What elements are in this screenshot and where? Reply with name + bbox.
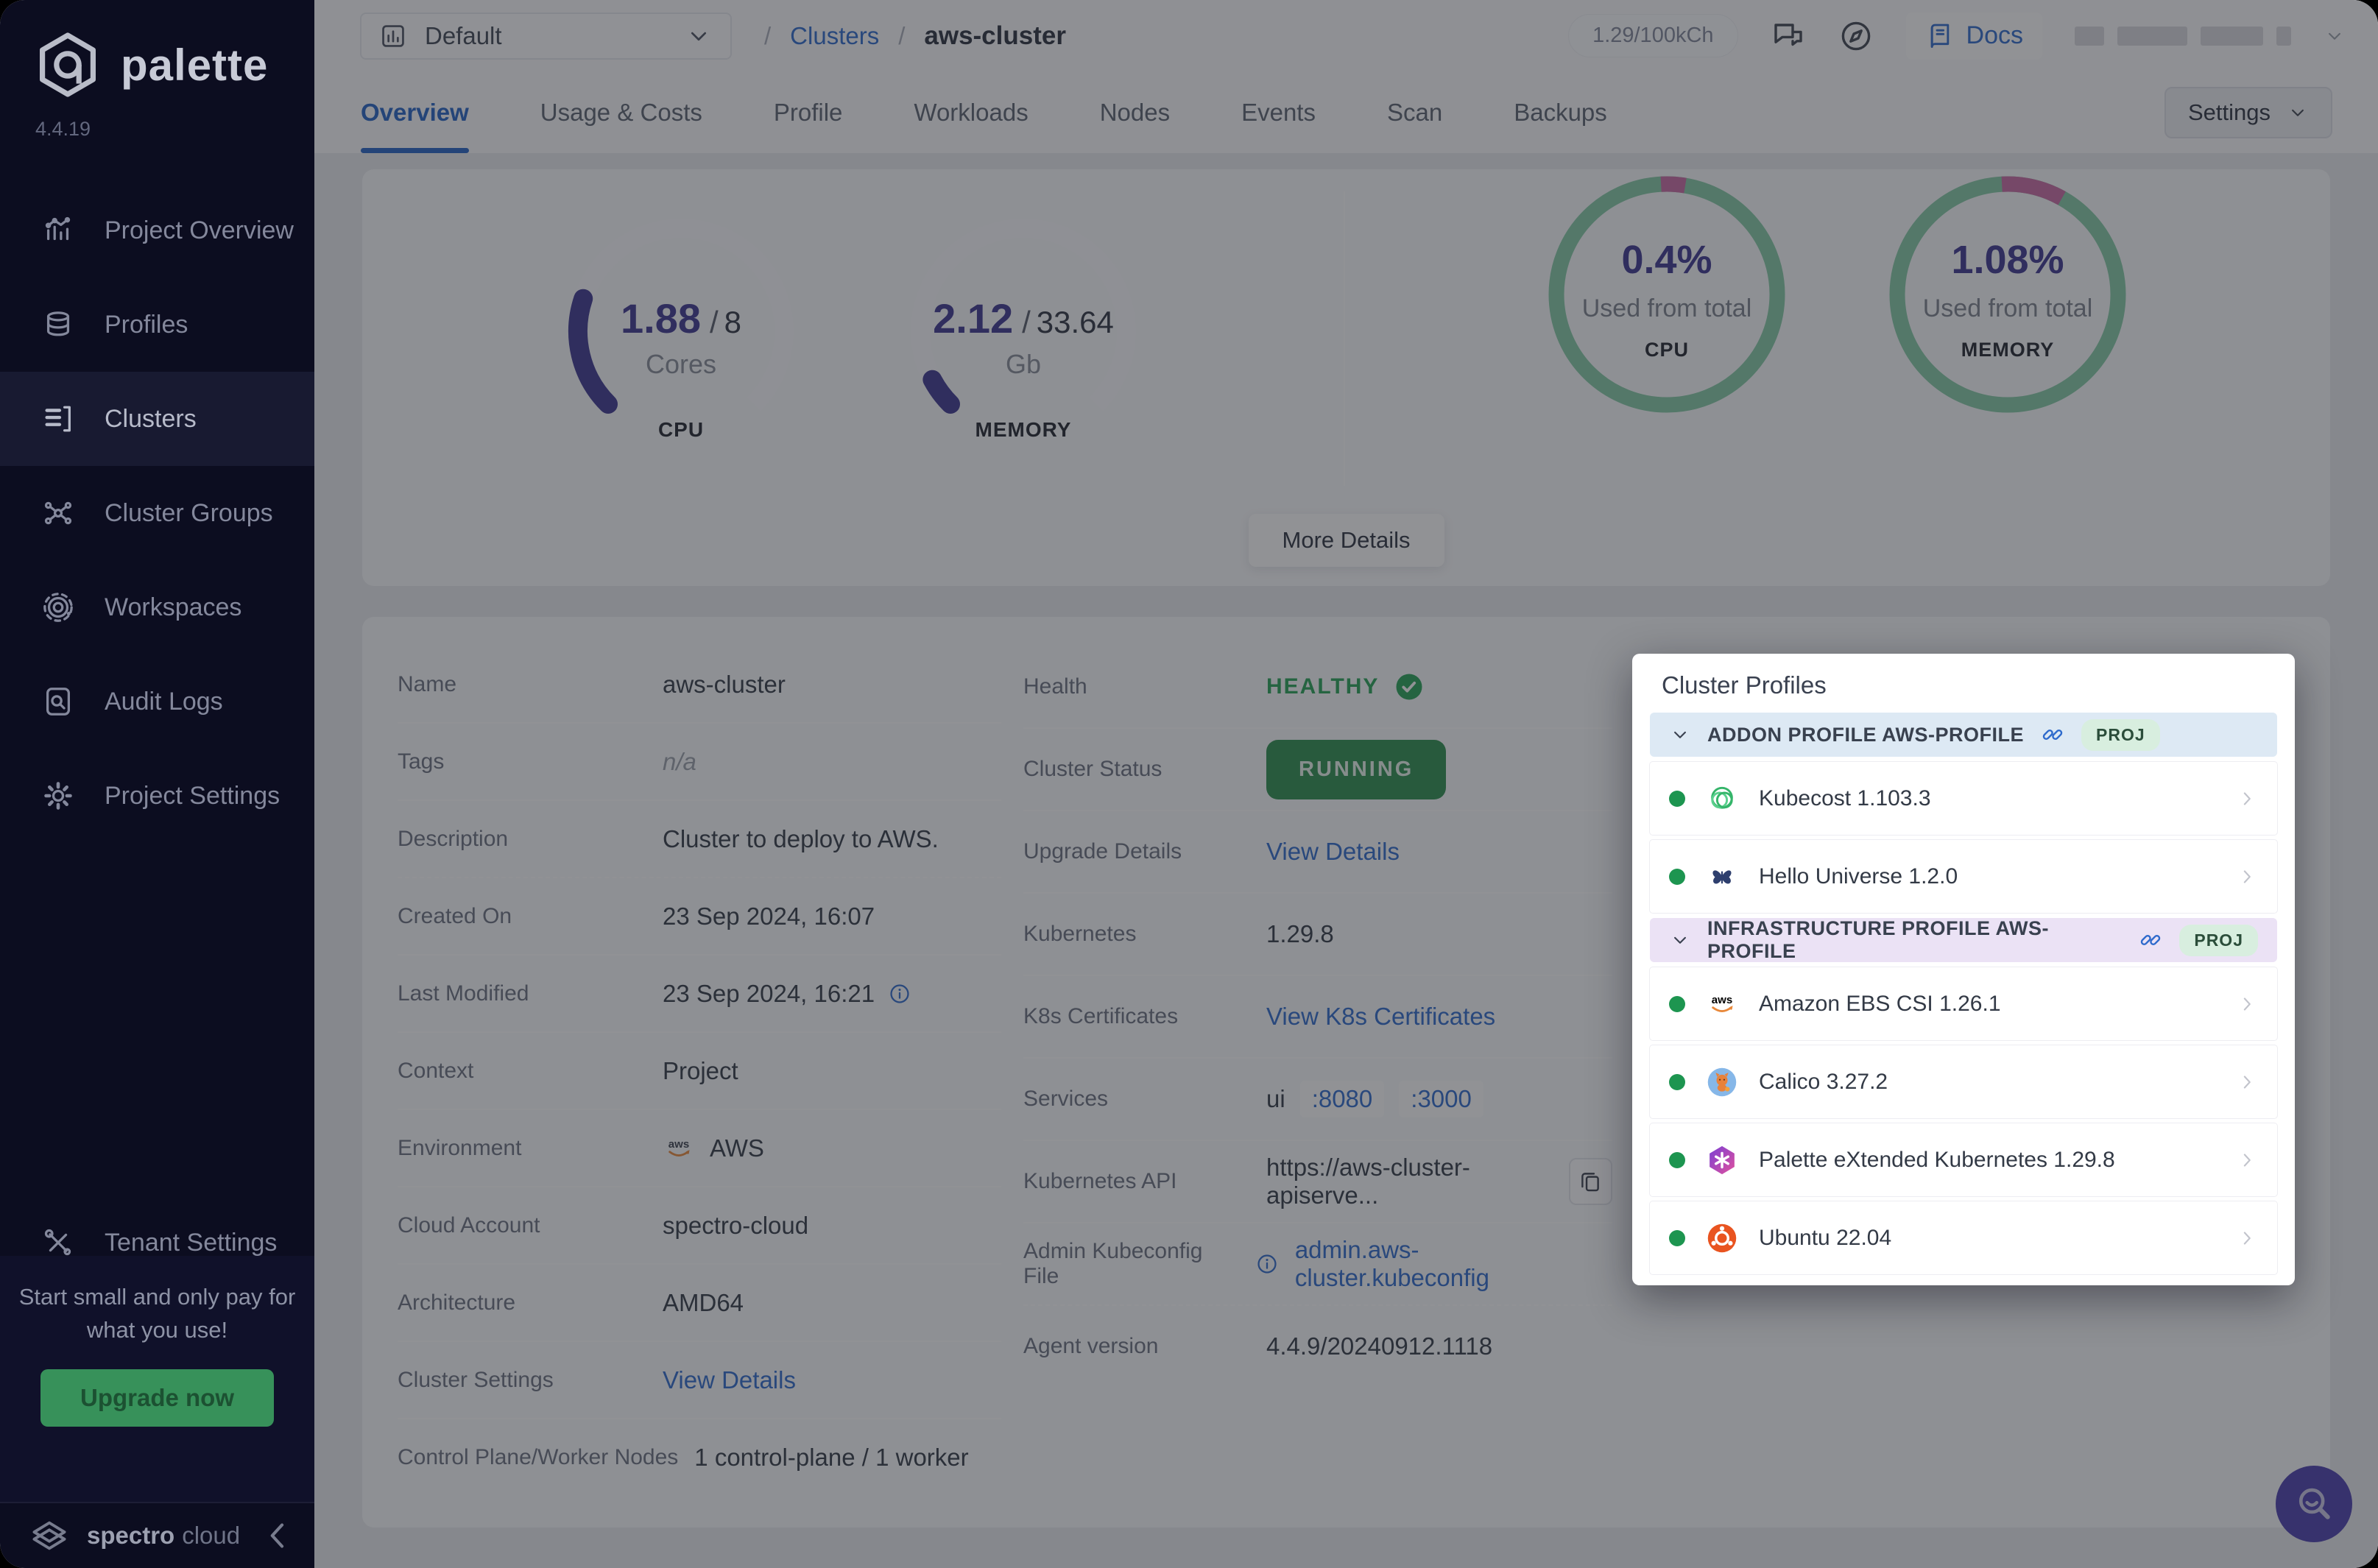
sidebar-item-label: Project Overview [105,216,294,245]
chevron-right-icon [2236,1149,2258,1171]
sidebar-item-label: Profiles [105,311,188,339]
profile-section-name: INFRASTRUCTURE PROFILE AWS-PROFILE [1707,917,2122,963]
sidebar-item-label: Cluster Groups [105,499,273,528]
upgrade-promo: Start small and only pay for what you us… [0,1256,314,1502]
sidebar-item-profiles[interactable]: Profiles [0,278,314,372]
profile-section-header[interactable]: ADDON PROFILE AWS-PROFILE PROJ [1650,713,2277,757]
link-icon [2138,928,2163,953]
status-dot [1669,791,1685,807]
profile-layer-name: Calico 3.27.2 [1759,1070,1888,1095]
pxk-icon [1706,1144,1738,1176]
sidebar-item-label: Tenant Settings [105,1229,277,1257]
sidebar: palette 4.4.19 Project Overview Profiles C… [0,0,314,1568]
chevron-right-icon [2236,788,2258,810]
scope-badge: PROJ [2179,925,2258,956]
footer-brand: spectrocloud [87,1522,240,1550]
chevron-down-icon [1669,724,1691,746]
sidebar-item-cluster-groups[interactable]: Cluster Groups [0,466,314,560]
sidebar-footer: spectrocloud [0,1502,314,1568]
aws-icon: aws [1706,988,1738,1020]
kubecost-icon [1706,783,1738,815]
layers-icon [41,308,75,342]
panel-title: Cluster Profiles [1632,654,2295,713]
sidebar-item-workspaces[interactable]: Workspaces [0,560,314,654]
palette-logo-icon [32,29,103,100]
workspaces-icon [41,590,75,624]
chevron-right-icon [2236,1071,2258,1093]
audit-icon [41,685,75,718]
analytics-icon [41,213,75,247]
profile-layer-name: Amazon EBS CSI 1.26.1 [1759,992,2001,1017]
svg-text:aws: aws [1712,994,1732,1006]
profile-layer-calico-3-27-2[interactable]: Calico 3.27.2 [1650,1045,2277,1118]
ubuntu-icon [1706,1222,1738,1254]
sidebar-item-project-settings[interactable]: Project Settings [0,749,314,843]
profile-layer-name: Hello Universe 1.2.0 [1759,864,1958,889]
status-dot [1669,1230,1685,1246]
profile-section-name: ADDON PROFILE AWS-PROFILE [1707,724,2024,746]
brand-name: palette [121,40,268,91]
sidebar-item-label: Workspaces [105,593,241,622]
profiles-list: ADDON PROFILE AWS-PROFILE PROJ Kubecost 1.… [1650,713,2277,1274]
calico-icon [1706,1066,1738,1098]
sidebar-item-clusters[interactable]: Clusters [0,372,314,466]
scope-badge: PROJ [2081,719,2160,751]
profile-layer-kubecost-1-103-3[interactable]: Kubecost 1.103.3 [1650,762,2277,835]
status-dot [1669,1074,1685,1090]
profile-section-header[interactable]: INFRASTRUCTURE PROFILE AWS-PROFILE PROJ [1650,918,2277,962]
chevron-right-icon [2236,1227,2258,1249]
status-dot [1669,996,1685,1012]
gear-icon [41,779,75,813]
profile-layer-amazon-ebs-csi-1-26-1[interactable]: aws Amazon EBS CSI 1.26.1 [1650,967,2277,1040]
sidebar-item-label: Clusters [105,405,197,434]
status-dot [1669,869,1685,885]
profile-layer-hello-universe-1-2-0[interactable]: Hello Universe 1.2.0 [1650,840,2277,913]
sidebar-item-audit-logs[interactable]: Audit Logs [0,654,314,749]
butterfly-icon [1706,861,1738,893]
sidebar-item-label: Project Settings [105,782,280,811]
chevron-right-icon [2236,866,2258,888]
cluster-profiles-panel: Cluster Profiles ADDON PROFILE AWS-PROFI… [1632,654,2295,1285]
chevron-down-icon [1669,929,1691,951]
promo-text: Start small and only pay for what you us… [3,1281,312,1347]
profile-layer-name: Kubecost 1.103.3 [1759,786,1931,811]
link-icon [2040,722,2065,747]
sidebar-item-project-overview[interactable]: Project Overview [0,183,314,278]
tools-icon [41,1226,75,1260]
status-dot [1669,1152,1685,1168]
profile-layer-ubuntu-22-04[interactable]: Ubuntu 22.04 [1650,1201,2277,1274]
upgrade-now-button[interactable]: Upgrade now [40,1369,274,1427]
spectro-cloud-logo-icon [28,1514,71,1557]
app-window: palette 4.4.19 Project Overview Profiles C… [0,0,2378,1568]
cluster-groups-icon [41,496,75,530]
profile-layer-name: Palette eXtended Kubernetes 1.29.8 [1759,1148,2115,1173]
profile-layer-name: Ubuntu 22.04 [1759,1226,1891,1251]
collapse-sidebar-icon[interactable] [256,1514,299,1557]
sidebar-item-label: Audit Logs [105,688,223,716]
profile-layer-palette-extended-kubernetes-1-29-8[interactable]: Palette eXtended Kubernetes 1.29.8 [1650,1123,2277,1196]
app-version: 4.4.19 [35,118,314,141]
sidebar-nav: Project Overview Profiles Clusters Cluster … [0,183,314,843]
chevron-right-icon [2236,993,2258,1015]
clusters-icon [41,402,75,436]
brand: palette [0,0,314,100]
